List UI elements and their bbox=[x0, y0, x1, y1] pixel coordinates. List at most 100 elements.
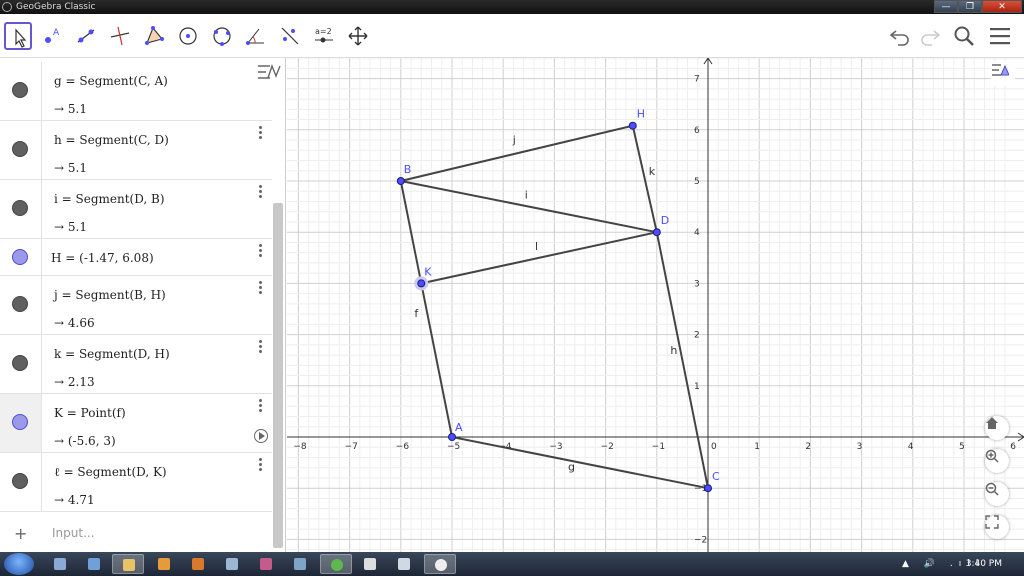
row-menu-icon[interactable] bbox=[258, 244, 264, 258]
row-value: → 2.13 bbox=[54, 375, 95, 389]
windows-taskbar: ▲ 🔊 .ıll 3:40 PM bbox=[0, 552, 1024, 576]
algebra-row-i[interactable]: i = Segment(D, B) → 5.1 bbox=[0, 180, 272, 239]
point-D bbox=[652, 228, 661, 237]
redo-icon bbox=[921, 30, 941, 46]
taskbar-app-5[interactable] bbox=[182, 554, 214, 574]
taskbar-app-10[interactable] bbox=[354, 554, 386, 574]
point-C bbox=[704, 484, 712, 493]
zoom-in-button[interactable] bbox=[985, 449, 1009, 473]
add-icon[interactable]: + bbox=[14, 524, 27, 543]
visibility-toggle[interactable] bbox=[12, 473, 28, 489]
row-definition: h = Segment(C, D) bbox=[54, 133, 169, 147]
move-tool[interactable] bbox=[4, 22, 32, 50]
taskbar-app-1[interactable] bbox=[44, 554, 76, 574]
minimize-button[interactable]: — bbox=[934, 0, 958, 13]
point-K bbox=[417, 279, 426, 288]
row-menu-icon[interactable] bbox=[258, 126, 264, 140]
graphics-canvas[interactable]: −8−7−6−5−4−3−2−101234567654321−1−2ghijkl… bbox=[287, 58, 1024, 552]
algebra-row-k[interactable]: k = Segment(D, H) → 2.13 bbox=[0, 335, 272, 394]
point-tool[interactable]: A bbox=[38, 22, 66, 50]
svg-text:A: A bbox=[53, 28, 60, 38]
graphics-view[interactable]: −8−7−6−5−4−3−2−101234567654321−1−2ghijkl… bbox=[287, 58, 1024, 552]
slider-icon: a=2 bbox=[315, 27, 333, 43]
algebra-input-bar[interactable]: + Input... bbox=[0, 516, 272, 552]
segment-label-l: l bbox=[535, 240, 538, 253]
row-value: → 4.71 bbox=[54, 493, 95, 507]
point-icon: A bbox=[45, 28, 60, 43]
algebra-row-g[interactable]: g = Segment(C, A) → 5.1 bbox=[0, 62, 272, 121]
standard-view-button[interactable] bbox=[985, 416, 1009, 440]
x-tick-label: 4 bbox=[908, 442, 914, 452]
row-menu-icon[interactable] bbox=[258, 458, 264, 472]
algebra-row-H[interactable]: H = (-1.47, 6.08) bbox=[0, 239, 272, 276]
visibility-toggle[interactable] bbox=[12, 200, 28, 216]
segment-label-g: g bbox=[568, 461, 575, 474]
row-menu-icon[interactable] bbox=[258, 185, 264, 199]
algebra-scrollbar[interactable] bbox=[273, 203, 283, 548]
algebra-view: g = Segment(C, A) → 5.1 h = Segment(C, D… bbox=[0, 58, 286, 552]
x-tick-label: 5 bbox=[959, 442, 965, 452]
taskbar-app-8[interactable] bbox=[284, 554, 316, 574]
taskbar-explorer[interactable] bbox=[112, 554, 144, 574]
animation-play-icon[interactable] bbox=[254, 429, 268, 443]
point-label-D: D bbox=[661, 214, 669, 227]
graphics-style-bar-toggle[interactable] bbox=[991, 62, 1015, 86]
fullscreen-button[interactable] bbox=[985, 515, 1009, 539]
clock[interactable]: 3:40 PM bbox=[966, 559, 1002, 569]
row-menu-icon[interactable] bbox=[258, 281, 264, 295]
polygon-icon bbox=[145, 26, 164, 45]
home-icon bbox=[986, 417, 998, 429]
algebra-input-field[interactable]: Input... bbox=[52, 526, 95, 540]
hamburger-menu-icon bbox=[990, 28, 1010, 45]
move-graphics-view-tool[interactable] bbox=[344, 22, 372, 50]
circle-center-point-tool[interactable] bbox=[174, 22, 202, 50]
x-tick-label: −3 bbox=[549, 442, 562, 452]
taskbar-app-7[interactable] bbox=[250, 554, 282, 574]
taskbar-media[interactable] bbox=[148, 554, 180, 574]
slider-tool[interactable]: a=2 bbox=[310, 22, 338, 50]
main-menu-button[interactable] bbox=[986, 22, 1014, 50]
visibility-toggle[interactable] bbox=[12, 249, 28, 265]
polygon-tool[interactable] bbox=[140, 22, 168, 50]
circle-center-icon bbox=[179, 27, 197, 45]
taskbar-app-2[interactable] bbox=[78, 554, 110, 574]
visibility-toggle[interactable] bbox=[12, 296, 28, 312]
angle-tool[interactable] bbox=[242, 22, 270, 50]
taskbar-app-6[interactable] bbox=[216, 554, 248, 574]
visibility-toggle[interactable] bbox=[12, 414, 28, 430]
taskbar-app-9[interactable] bbox=[320, 554, 352, 574]
maximize-button[interactable]: ❐ bbox=[958, 0, 982, 13]
algebra-row-j[interactable]: j = Segment(B, H) → 4.66 bbox=[0, 276, 272, 335]
undo-button[interactable] bbox=[886, 22, 914, 50]
segment-label-k: k bbox=[649, 165, 656, 178]
visibility-toggle[interactable] bbox=[12, 355, 28, 371]
algebra-row-K[interactable]: K = Point(f) → (-5.6, 3) bbox=[0, 394, 272, 453]
geogebra-app-icon bbox=[2, 2, 12, 12]
redo-button[interactable] bbox=[916, 22, 944, 50]
reflect-icon bbox=[281, 27, 299, 45]
algebra-row-l[interactable]: ℓ = Segment(D, K) → 4.71 bbox=[0, 453, 272, 512]
row-value: → 5.1 bbox=[54, 102, 87, 116]
visibility-toggle[interactable] bbox=[12, 82, 28, 98]
row-menu-icon[interactable] bbox=[258, 399, 264, 413]
reflect-tool[interactable] bbox=[276, 22, 304, 50]
line-tool[interactable] bbox=[72, 22, 100, 50]
row-menu-icon[interactable] bbox=[258, 340, 264, 354]
point-label-C: C bbox=[712, 470, 720, 483]
start-button[interactable] bbox=[4, 553, 34, 575]
perpendicular-line-tool[interactable] bbox=[106, 22, 134, 50]
y-tick-label: 6 bbox=[694, 126, 700, 136]
row-definition: j = Segment(B, H) bbox=[54, 288, 166, 302]
visibility-toggle[interactable] bbox=[12, 141, 28, 157]
zoom-out-button[interactable] bbox=[985, 482, 1009, 506]
cursor-arrow-icon bbox=[15, 28, 27, 48]
close-button[interactable]: ✕ bbox=[982, 0, 1022, 13]
taskbar-geogebra[interactable] bbox=[424, 554, 456, 574]
search-button[interactable] bbox=[950, 22, 978, 50]
algebra-row-h[interactable]: h = Segment(C, D) → 5.1 bbox=[0, 121, 272, 180]
y-tick-label: 4 bbox=[694, 228, 700, 238]
circle-three-points-tool[interactable] bbox=[208, 22, 236, 50]
taskbar-app-11[interactable] bbox=[388, 554, 420, 574]
segment-l bbox=[421, 231, 658, 285]
undo-icon bbox=[889, 30, 909, 46]
